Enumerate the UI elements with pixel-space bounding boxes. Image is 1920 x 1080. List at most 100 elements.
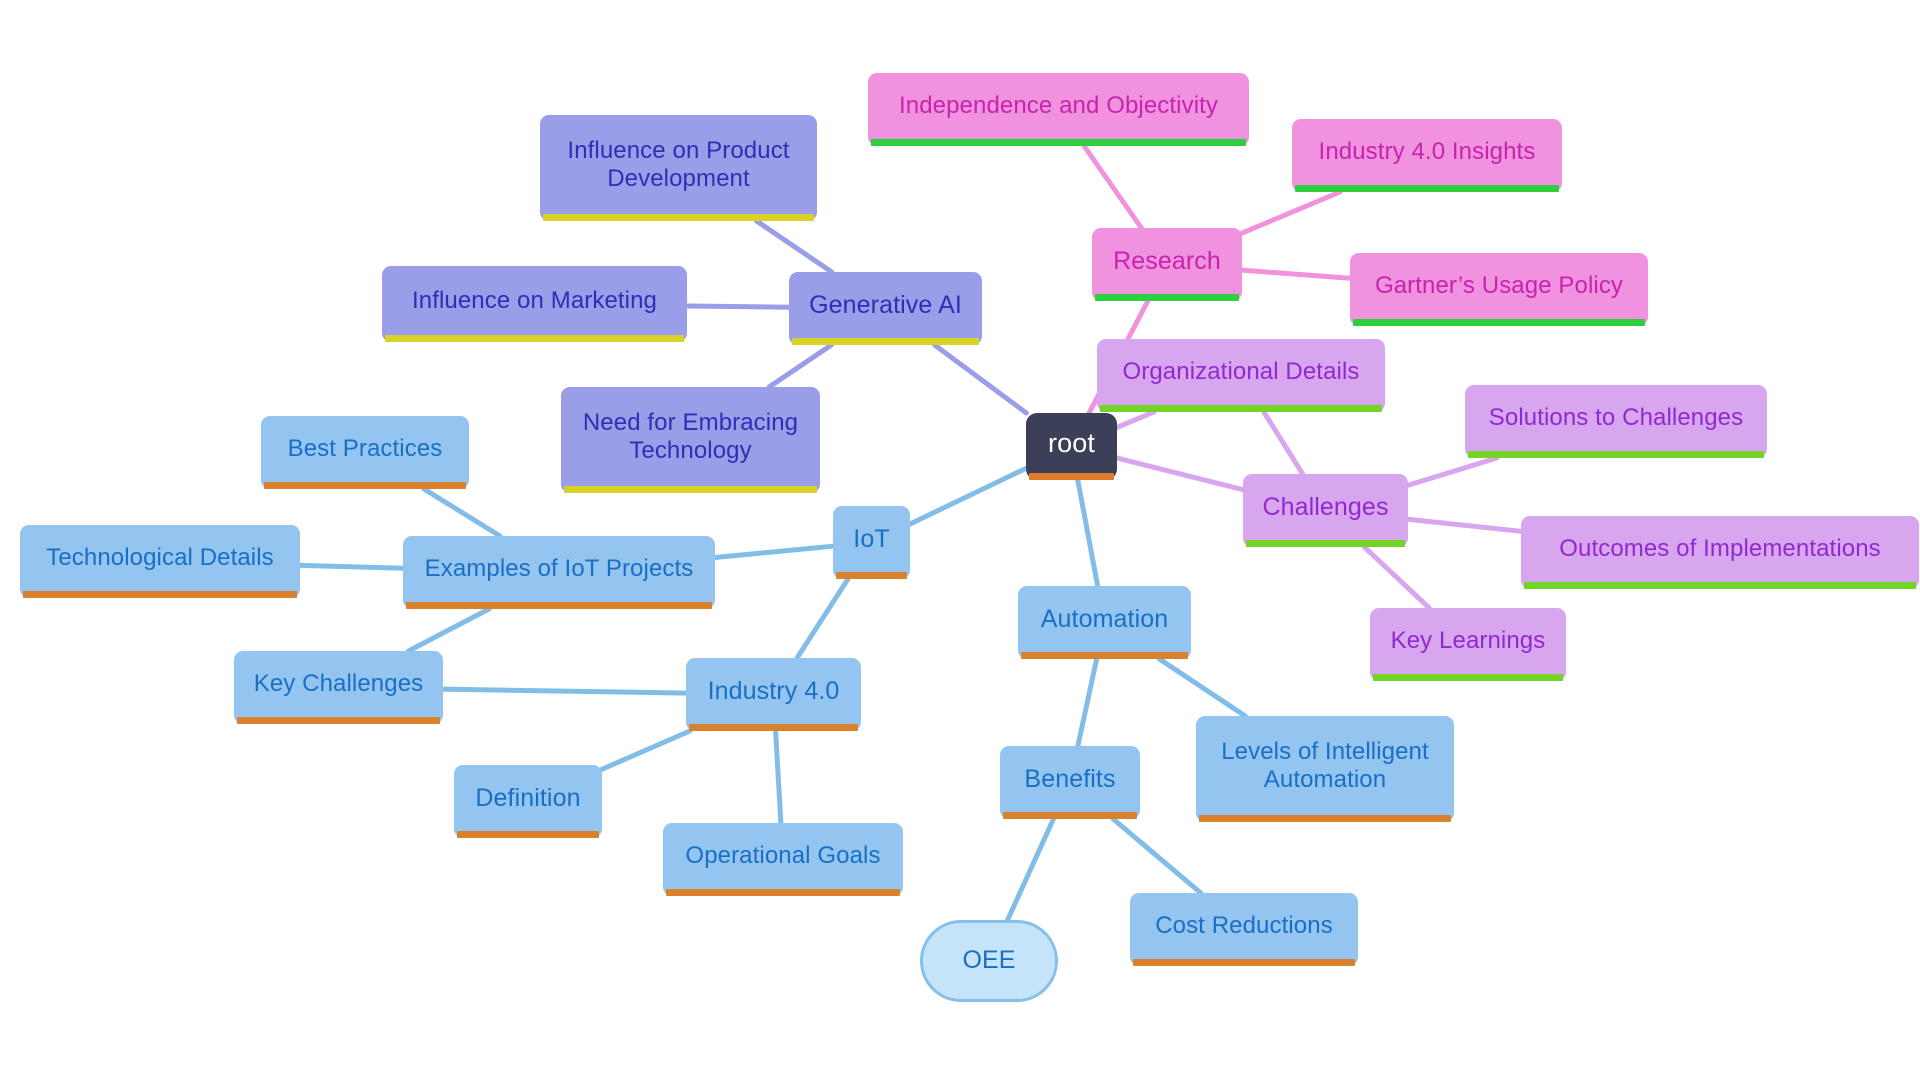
mindmap-node-key-challenges[interactable]: Key Challenges bbox=[234, 651, 443, 724]
mindmap-edge-root-to-org-details bbox=[1114, 409, 1157, 430]
mindmap-edge-industry40-to-key-challenges bbox=[440, 686, 689, 696]
mindmap-node-marketing[interactable]: Influence on Marketing bbox=[382, 266, 687, 342]
node-underline bbox=[237, 717, 440, 724]
node-label: Outcomes of Implementations bbox=[1559, 535, 1881, 563]
mindmap-edge-root-to-generative-ai bbox=[932, 342, 1029, 416]
node-label: IoT bbox=[853, 524, 890, 553]
mindmap-node-root[interactable]: root bbox=[1026, 413, 1117, 480]
mindmap-node-iot-examples[interactable]: Examples of IoT Projects bbox=[403, 536, 715, 609]
node-underline bbox=[457, 831, 599, 838]
node-underline bbox=[1003, 812, 1137, 819]
mindmap-edge-benefits-to-oee bbox=[1005, 816, 1056, 923]
node-label: Definition bbox=[475, 783, 581, 812]
mindmap-node-challenges[interactable]: Challenges bbox=[1243, 474, 1408, 547]
mindmap-node-research[interactable]: Research bbox=[1092, 228, 1242, 301]
mindmap-node-operational-goals[interactable]: Operational Goals bbox=[663, 823, 903, 896]
mindmap-node-embracing-tech[interactable]: Need for Embracing Technology bbox=[561, 387, 820, 493]
mindmap-node-industry40[interactable]: Industry 4.0 bbox=[686, 658, 861, 731]
mindmap-node-iot[interactable]: IoT bbox=[833, 506, 910, 579]
mindmap-node-industry40-insights[interactable]: Industry 4.0 Insights bbox=[1292, 119, 1562, 192]
node-underline bbox=[1246, 540, 1405, 547]
node-underline bbox=[1100, 405, 1382, 412]
mindmap-node-oee[interactable]: OEE bbox=[920, 920, 1058, 1002]
node-label: Industry 4.0 Insights bbox=[1318, 138, 1536, 166]
node-underline bbox=[871, 139, 1246, 146]
node-label: Key Challenges bbox=[253, 670, 424, 698]
mindmap-node-outcomes[interactable]: Outcomes of Implementations bbox=[1521, 516, 1919, 589]
node-label: Challenges bbox=[1262, 492, 1389, 521]
mindmap-node-best-practices[interactable]: Best Practices bbox=[261, 416, 469, 489]
node-label: Independence and Objectivity bbox=[898, 92, 1219, 120]
mindmap-edge-iot-to-iot-examples bbox=[712, 543, 836, 561]
mindmap-node-definition[interactable]: Definition bbox=[454, 765, 602, 838]
node-label: OEE bbox=[962, 946, 1016, 975]
node-label: root bbox=[1048, 427, 1095, 458]
mindmap-edge-iot-to-industry40 bbox=[794, 576, 851, 661]
node-underline bbox=[1029, 473, 1114, 480]
node-underline bbox=[1524, 582, 1916, 589]
node-label: Examples of IoT Projects bbox=[424, 555, 694, 583]
mindmap-edge-root-to-automation bbox=[1075, 477, 1101, 589]
node-label: Influence on Marketing bbox=[411, 286, 657, 314]
mindmap-edge-generative-ai-to-marketing bbox=[684, 303, 792, 310]
node-underline bbox=[406, 602, 712, 609]
node-label: Cost Reductions bbox=[1155, 912, 1333, 940]
node-underline bbox=[1133, 959, 1355, 966]
mindmap-node-automation[interactable]: Automation bbox=[1018, 586, 1191, 659]
node-label: Best Practices bbox=[287, 435, 443, 463]
mindmap-node-generative-ai[interactable]: Generative AI bbox=[789, 272, 982, 345]
mindmap-node-gartner-policy[interactable]: Gartner’s Usage Policy bbox=[1350, 253, 1648, 326]
node-label: Gartner’s Usage Policy bbox=[1374, 272, 1624, 300]
node-underline bbox=[666, 889, 900, 896]
node-label: Research bbox=[1113, 246, 1221, 275]
mindmap-node-key-learnings[interactable]: Key Learnings bbox=[1370, 608, 1566, 681]
mindmap-edge-research-to-gartner-policy bbox=[1239, 267, 1353, 281]
node-label: Influence on Product Development bbox=[567, 136, 790, 192]
mindmap-edge-generative-ai-to-prod-dev bbox=[754, 218, 835, 275]
node-underline bbox=[1199, 815, 1451, 822]
node-label: Industry 4.0 bbox=[707, 676, 840, 705]
node-label: Key Learnings bbox=[1390, 627, 1546, 655]
mindmap-node-independence[interactable]: Independence and Objectivity bbox=[868, 73, 1249, 146]
mindmap-edge-root-to-challenges bbox=[1114, 455, 1246, 493]
mindmap-edge-challenges-to-key-learnings bbox=[1361, 544, 1432, 611]
node-underline bbox=[564, 486, 817, 493]
mindmap-edge-generative-ai-to-embracing-tech bbox=[766, 342, 834, 390]
mindmap-edge-root-to-iot bbox=[907, 465, 1029, 527]
mindmap-edge-iot-examples-to-tech-details bbox=[297, 562, 406, 571]
node-label: Generative AI bbox=[809, 290, 962, 319]
mindmap-edge-industry40-to-definition bbox=[599, 728, 693, 772]
mindmap-edge-research-to-independence bbox=[1081, 143, 1144, 231]
node-underline bbox=[264, 482, 466, 489]
node-label: Solutions to Challenges bbox=[1488, 404, 1744, 432]
mindmap-node-benefits[interactable]: Benefits bbox=[1000, 746, 1140, 819]
mindmap-edge-iot-examples-to-key-challenges bbox=[405, 606, 492, 654]
mindmap-node-cost-reductions[interactable]: Cost Reductions bbox=[1130, 893, 1358, 966]
node-label: Technological Details bbox=[46, 544, 274, 572]
node-label: Benefits bbox=[1024, 764, 1116, 793]
node-underline bbox=[836, 572, 907, 579]
node-label: Operational Goals bbox=[685, 842, 881, 870]
mindmap-edge-iot-examples-to-best-practices bbox=[421, 486, 503, 539]
mindmap-canvas: root Generative AI Influence on Product De… bbox=[0, 0, 1920, 1080]
node-underline bbox=[792, 338, 979, 345]
mindmap-node-solutions[interactable]: Solutions to Challenges bbox=[1465, 385, 1767, 458]
mindmap-edge-research-to-industry40-insights bbox=[1239, 189, 1343, 236]
node-underline bbox=[1021, 652, 1188, 659]
mindmap-node-levels-auto[interactable]: Levels of Intelligent Automation bbox=[1196, 716, 1454, 822]
node-underline bbox=[1295, 185, 1559, 192]
node-underline bbox=[23, 591, 297, 598]
node-underline bbox=[543, 214, 814, 221]
mindmap-edge-benefits-to-cost-reductions bbox=[1110, 816, 1204, 896]
node-underline bbox=[1095, 294, 1239, 301]
mindmap-edge-automation-to-levels-auto bbox=[1156, 656, 1248, 719]
mindmap-node-prod-dev[interactable]: Influence on Product Development bbox=[540, 115, 817, 221]
node-underline bbox=[689, 724, 858, 731]
node-underline bbox=[385, 335, 684, 342]
node-label: Levels of Intelligent Automation bbox=[1221, 737, 1429, 793]
mindmap-edge-challenges-to-outcomes bbox=[1405, 516, 1524, 534]
mindmap-node-tech-details[interactable]: Technological Details bbox=[20, 525, 300, 598]
mindmap-edge-org-details-to-challenges bbox=[1261, 409, 1306, 477]
node-label: Automation bbox=[1040, 604, 1169, 633]
mindmap-node-org-details[interactable]: Organizational Details bbox=[1097, 339, 1385, 412]
